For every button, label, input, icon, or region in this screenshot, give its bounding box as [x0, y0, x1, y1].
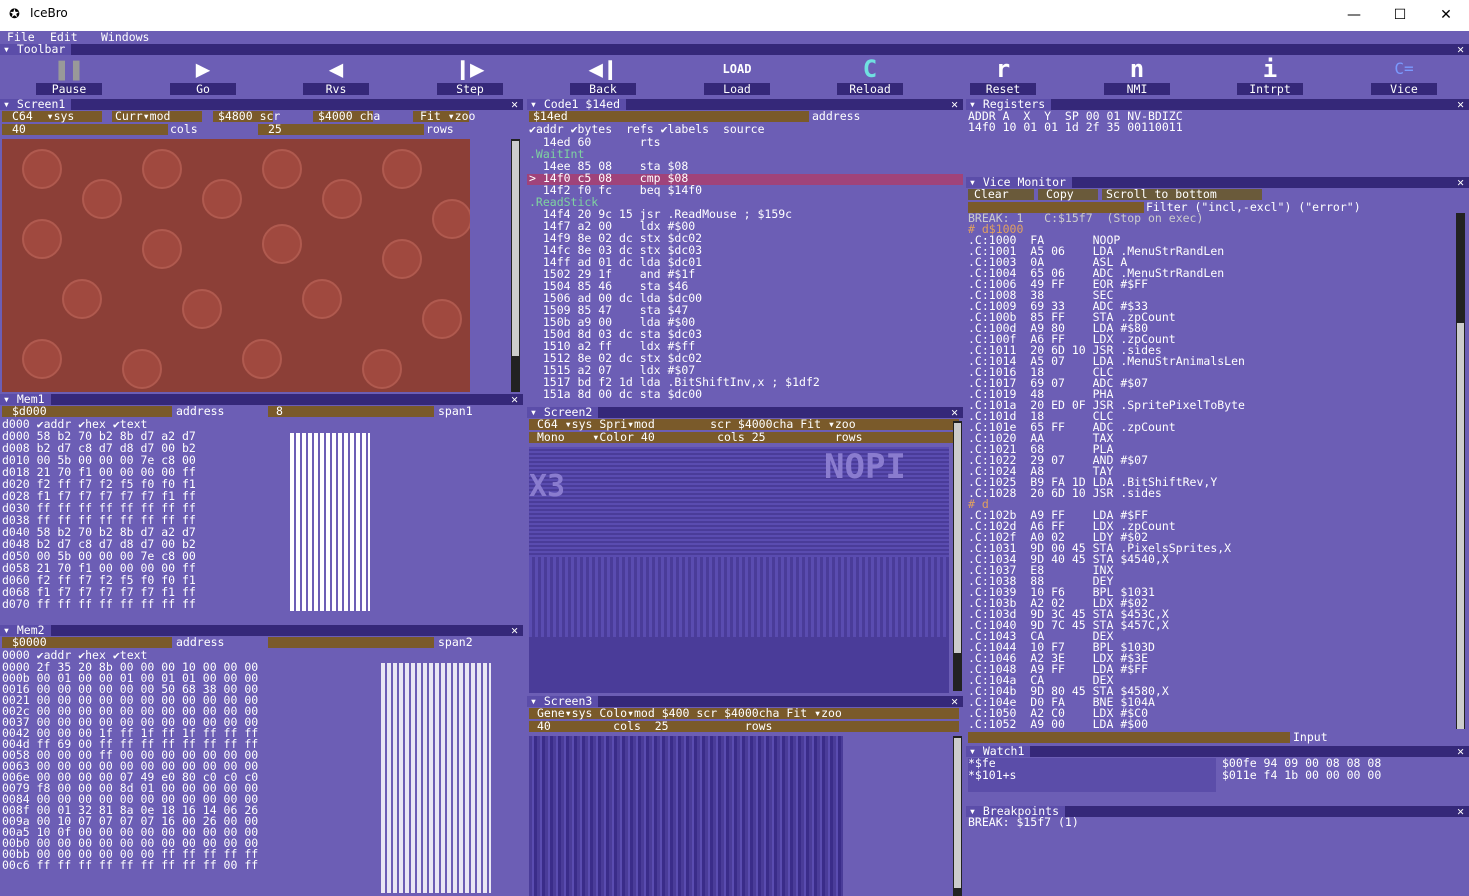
mem2-panel: ▾ Mem2 ✕ $0000 address span2 0000 ✔addr ✔… [0, 625, 523, 896]
screen2-sprite-display[interactable]: NOPI X3 [529, 447, 949, 693]
mem1-address-input[interactable]: $d000 [12, 405, 47, 418]
screen2-panel: ▾ Screen2 ✕ C64 ▾sys Spri▾mod scr $4000ch… [527, 407, 963, 694]
interrupt-icon: i [1262, 55, 1278, 83]
close-button[interactable]: ✕ [1423, 0, 1469, 31]
pause-button[interactable]: ❚❚ Pause [36, 55, 102, 97]
mem2-address-input[interactable]: $0000 [12, 636, 47, 649]
screen1-cols-label: cols [170, 122, 198, 136]
vice-monitor-panel: ▾ Vice Monitor ✕ Clear Copy Scroll to bot… [966, 177, 1469, 744]
reload-icon: C [862, 55, 878, 83]
load-icon: LOAD [722, 62, 752, 76]
play-icon: ▶ [195, 55, 211, 83]
minimize-button[interactable]: — [1331, 0, 1377, 31]
screen1-mode-select[interactable]: Curr▾mod [115, 110, 170, 123]
mem2-address-label: address [176, 635, 225, 649]
screen1-c64-display[interactable] [2, 139, 470, 392]
mem1-span-label: span1 [438, 404, 473, 418]
screen3-options-row2[interactable]: 40 cols 25 rows [537, 720, 772, 733]
maximize-button[interactable]: ☐ [1377, 0, 1423, 31]
watch-value: $011e f4 1b 00 00 00 00 [1222, 768, 1382, 782]
code1-panel: ▾ Code1 $14ed ✕ $14ed address ✔addr ✔byte… [527, 99, 963, 403]
toolbar-title: ▾ Toolbar [0, 44, 72, 55]
screen1-cols-input[interactable]: 40 [12, 123, 26, 136]
vice-output-line: .C:1028 20 6D 10 JSR .sides [968, 486, 1162, 500]
screen1-fit-select[interactable]: Fit ▾zoo [420, 110, 475, 123]
go-button[interactable]: ▶ Go [170, 55, 236, 97]
toolbar-panel: ▾ Toolbar ✕ ❚❚ Pause ▶ Go ◀ Rvs ❙▶ Step ◀❙ Bac… [0, 44, 1469, 97]
code1-close-icon[interactable]: ✕ [951, 99, 958, 110]
screen3-close-icon[interactable]: ✕ [951, 696, 958, 707]
vice-input-label: Input [1293, 730, 1328, 744]
pause-icon: ❚❚ [54, 55, 84, 83]
watch-expression[interactable]: *$101+s [968, 769, 1016, 782]
intrpt-button[interactable]: i Intrpt [1237, 55, 1303, 97]
code1-address-input[interactable]: $14ed [533, 110, 568, 123]
mem1-close-icon[interactable]: ✕ [511, 394, 518, 405]
vice-button[interactable]: C= Vice [1371, 55, 1437, 97]
mem1-address-label: address [176, 404, 225, 418]
load-button[interactable]: LOAD Load [704, 55, 770, 97]
screen3-display[interactable] [529, 736, 843, 896]
registers-values[interactable]: 14f0 10 01 01 1d 2f 35 00110011 [968, 121, 1183, 134]
menu-file[interactable]: File [7, 31, 35, 44]
watch1-close-icon[interactable]: ✕ [1457, 746, 1464, 757]
code1-options[interactable]: ✔addr ✔bytes refs ✔labels source [529, 123, 765, 136]
window-title: IceBro [30, 6, 68, 20]
screen3-panel: ▾ Screen3 ✕ Gene▾sys Colo▾mod $400 scr $4… [527, 696, 963, 896]
registers-panel: ▾ Registers ✕ ADDR A X Y SP 00 01 NV-BDIZ… [966, 99, 1469, 175]
step-icon: ❙▶ [455, 55, 485, 83]
reverse-icon: ◀ [328, 55, 344, 83]
nmi-icon: n [1129, 55, 1145, 83]
memory-row[interactable]: d070 ff ff ff ff ff ff ff ff [2, 598, 196, 611]
commodore-icon: C= [1394, 59, 1414, 78]
back-button[interactable]: ◀❙ Back [570, 55, 636, 97]
screen2-options-row2[interactable]: Mono ▾Color 40 cols 25 rows [537, 431, 863, 444]
code1-address-label: address [812, 109, 861, 123]
screen1-panel: ▾ Screen1 ✕ C64 ▾sys Curr▾mod $4800 scr $… [0, 99, 523, 392]
registers-close-icon[interactable]: ✕ [1457, 99, 1464, 110]
vice-scroll-button[interactable]: Scroll to bottom [1106, 188, 1217, 201]
screen2-options[interactable]: C64 ▾sys Spri▾mod scr $4000cha Fit ▾zoo [537, 418, 856, 431]
code1-line[interactable]: 151a 8d 00 dc sta $dc00 [529, 388, 702, 401]
watch1-panel: ▾ Watch1 ✕ *$fe *$101+s $00fe 94 09 00 08… [966, 746, 1469, 806]
app-icon: ✪ [9, 7, 20, 22]
mem2-text-column [381, 663, 491, 893]
screen1-system-select[interactable]: C64 ▾sys [12, 110, 74, 123]
mem1-text-column [290, 433, 370, 611]
breakpoints-close-icon[interactable]: ✕ [1457, 806, 1464, 817]
vice-output-line: .C:1052 A9 00 LDA #$00 [968, 717, 1149, 731]
toolbar-close-icon[interactable]: ✕ [1457, 44, 1464, 55]
screen1-rows-label: rows [426, 122, 454, 136]
vice-clear-button[interactable]: Clear [974, 188, 1009, 201]
screen3-options[interactable]: Gene▾sys Colo▾mod $400 scr $4000cha Fit … [537, 707, 842, 720]
mem2-close-icon[interactable]: ✕ [511, 625, 518, 636]
rvs-button[interactable]: ◀ Rvs [303, 55, 369, 97]
step-back-icon: ◀❙ [588, 55, 618, 83]
mem1-panel: ▾ Mem1 ✕ $d000 address 8 span1 d000 ✔addr… [0, 394, 523, 622]
screen2-close-icon[interactable]: ✕ [951, 407, 958, 418]
reset-button[interactable]: r Reset [970, 55, 1036, 97]
menu-edit[interactable]: Edit [50, 31, 78, 44]
vice-copy-button[interactable]: Copy [1046, 188, 1074, 201]
memory-row[interactable]: 00c6 ff ff ff ff ff ff ff ff ff 00 ff [2, 859, 258, 872]
reload-button[interactable]: C Reload [837, 55, 903, 97]
nmi-button[interactable]: n NMI [1104, 55, 1170, 97]
screen1-charset-addr[interactable]: $4000 cha [318, 110, 380, 123]
step-button[interactable]: ❙▶ Step [437, 55, 503, 97]
menu-bar: File Edit Windows [0, 31, 1469, 44]
vice-monitor-close-icon[interactable]: ✕ [1457, 177, 1464, 188]
breakpoint-item[interactable]: BREAK: $15f7 (1) [968, 816, 1079, 829]
menu-windows[interactable]: Windows [101, 31, 149, 44]
screen1-close-icon[interactable]: ✕ [511, 99, 518, 110]
mem1-span-input[interactable]: 8 [276, 405, 283, 418]
reset-icon: r [995, 55, 1011, 83]
screen1-screen-addr[interactable]: $4800 scr [218, 110, 280, 123]
window-titlebar: ✪ IceBro — ☐ ✕ [0, 0, 1469, 31]
mem2-span-label: span2 [438, 635, 473, 649]
screen1-rows-input[interactable]: 25 [268, 123, 282, 136]
breakpoints-panel: ▾ Breakpoints ✕ BREAK: $15f7 (1) [966, 806, 1469, 896]
